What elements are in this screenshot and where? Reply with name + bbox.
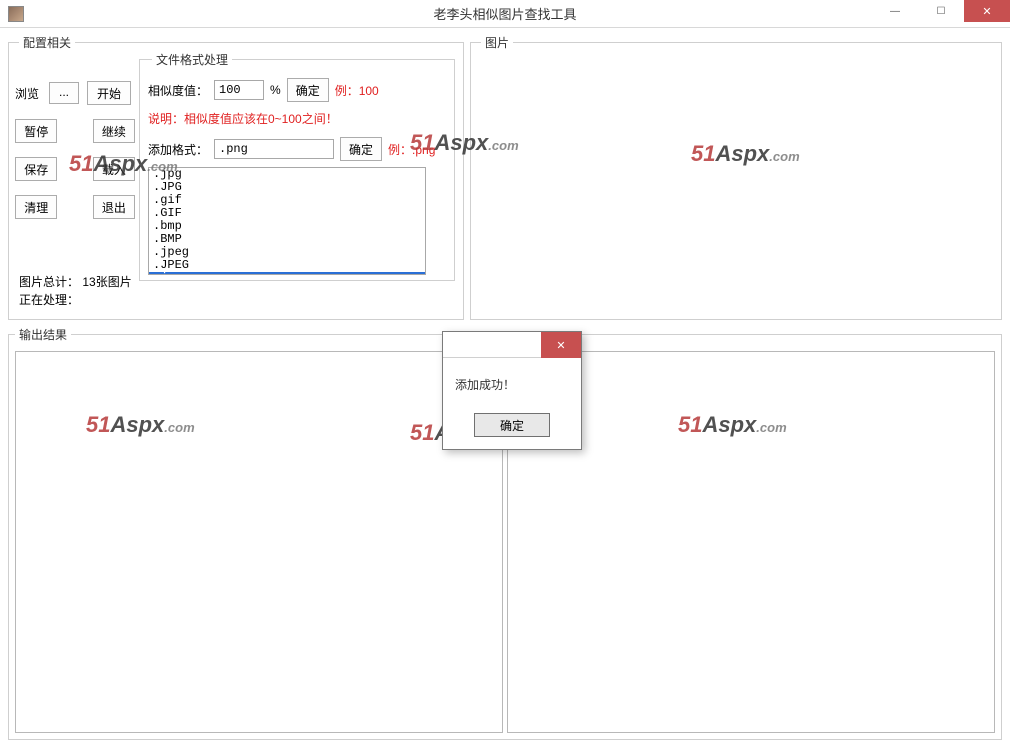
message-dialog: 添加成功！ 确定 bbox=[442, 331, 582, 450]
pause-button[interactable]: 暂停 bbox=[15, 119, 57, 143]
list-item[interactable]: .jpeg bbox=[149, 246, 425, 259]
minimize-button[interactable] bbox=[872, 0, 918, 22]
exit-button[interactable]: 退出 bbox=[93, 195, 135, 219]
dialog-close-button[interactable] bbox=[541, 332, 581, 358]
list-item[interactable]: .JPEG bbox=[149, 259, 425, 272]
output-legend: 输出结果 bbox=[15, 326, 71, 343]
image-legend: 图片 bbox=[481, 34, 513, 51]
format-legend: 文件格式处理 bbox=[152, 51, 232, 68]
list-item[interactable]: .GIF bbox=[149, 207, 425, 220]
similarity-confirm-button[interactable]: 确定 bbox=[287, 78, 329, 102]
dialog-ok-button[interactable]: 确定 bbox=[474, 413, 550, 437]
load-button[interactable]: 载入 bbox=[93, 157, 135, 181]
list-item[interactable]: .jpg bbox=[149, 272, 425, 275]
similarity-label: 相似度值： bbox=[148, 82, 208, 99]
close-button[interactable] bbox=[964, 0, 1010, 22]
titlebar: 老李头相似图片查找工具 bbox=[0, 0, 1010, 28]
add-format-example: 例：.png bbox=[388, 141, 435, 158]
list-item[interactable]: .JPG bbox=[149, 181, 425, 194]
browse-label: 浏览 bbox=[15, 85, 41, 102]
output-panel-left[interactable]: 51Aspx.com bbox=[15, 351, 503, 733]
image-group: 图片 51Aspx.com bbox=[470, 34, 1002, 320]
status-area: 图片总计： 13张图片 正在处理： bbox=[19, 273, 132, 309]
total-label: 图片总计： bbox=[19, 275, 79, 289]
list-item[interactable]: .gif bbox=[149, 194, 425, 207]
watermark: 51Aspx.com bbox=[86, 412, 195, 438]
save-button[interactable]: 保存 bbox=[15, 157, 57, 181]
add-format-input[interactable] bbox=[214, 139, 334, 159]
list-item[interactable]: .BMP bbox=[149, 233, 425, 246]
window-title: 老李头相似图片查找工具 bbox=[0, 4, 1010, 23]
config-legend: 配置相关 bbox=[19, 34, 75, 51]
similarity-example: 例：100 bbox=[335, 82, 379, 99]
config-group: 配置相关 浏览 ... 开始 暂停 继续 保存 载入 bbox=[8, 34, 464, 320]
watermark: 51Aspx.com bbox=[678, 412, 787, 438]
dialog-titlebar bbox=[443, 332, 581, 358]
continue-button[interactable]: 继续 bbox=[93, 119, 135, 143]
dialog-message: 添加成功！ bbox=[443, 358, 581, 399]
list-item[interactable]: .jpg bbox=[149, 168, 425, 181]
window-controls bbox=[872, 0, 1010, 22]
app-icon bbox=[8, 6, 24, 22]
start-button[interactable]: 开始 bbox=[87, 81, 131, 105]
processing-label: 正在处理： bbox=[19, 293, 79, 307]
watermark: 51Aspx.com bbox=[691, 141, 800, 167]
browse-button[interactable]: ... bbox=[49, 82, 79, 104]
add-format-label: 添加格式： bbox=[148, 141, 208, 158]
similarity-note: 说明：相似度值应该在0~100之间！ bbox=[148, 110, 446, 127]
percent-label: % bbox=[270, 83, 281, 97]
add-format-confirm-button[interactable]: 确定 bbox=[340, 137, 382, 161]
list-item[interactable]: .bmp bbox=[149, 220, 425, 233]
format-listbox[interactable]: .jpg.JPG.gif.GIF.bmp.BMP.jpeg.JPEG.jpg bbox=[148, 167, 426, 275]
maximize-button[interactable] bbox=[918, 0, 964, 22]
total-value: 13张图片 bbox=[82, 275, 131, 289]
similarity-input[interactable] bbox=[214, 80, 264, 100]
clear-button[interactable]: 清理 bbox=[15, 195, 57, 219]
format-group: 文件格式处理 相似度值： % 确定 例：100 说明：相似度值应该在0~100之… bbox=[139, 51, 455, 281]
